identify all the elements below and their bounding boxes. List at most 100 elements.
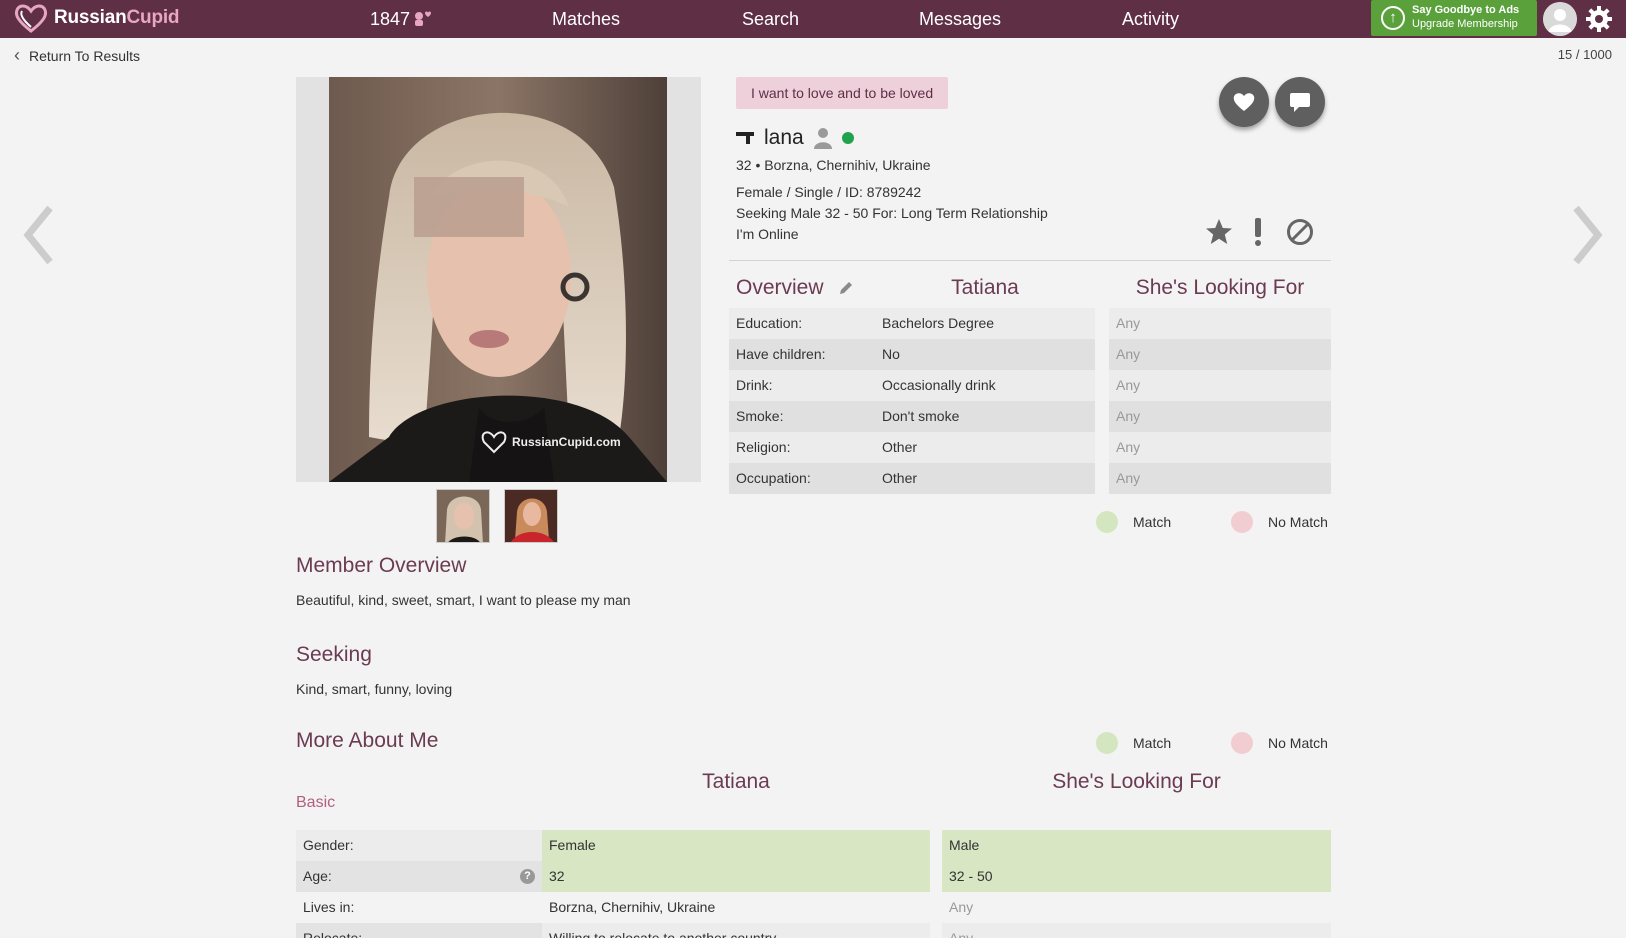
- nav-search[interactable]: Search: [742, 9, 799, 30]
- overview-col-looking: She's Looking For: [1135, 276, 1305, 299]
- legend-no-match-label: No Match: [1268, 514, 1328, 530]
- table-row: Gender: Female Male: [296, 830, 1331, 861]
- exclamation-icon[interactable]: [1252, 217, 1264, 247]
- more-about-col-looking: She's Looking For: [1052, 770, 1221, 793]
- avatar-person-icon: [1543, 2, 1577, 36]
- row-looking: Any: [1109, 401, 1331, 432]
- row-label: Gender:: [296, 830, 542, 861]
- avatar[interactable]: [1543, 2, 1577, 36]
- profile-online-status: I'm Online: [736, 226, 799, 242]
- next-profile-arrow-icon[interactable]: [1568, 200, 1608, 270]
- row-looking: Any: [1109, 339, 1331, 370]
- table-row: Lives in: Borzna, Chernihiv, Ukraine Any: [296, 892, 1331, 923]
- table-row: Religion: Other Any: [729, 432, 1331, 463]
- nav-matches[interactable]: Matches: [552, 9, 620, 30]
- row-looking: Any: [942, 923, 1331, 938]
- row-label: Occupation:: [729, 463, 875, 494]
- row-value: Don't smoke: [875, 401, 1095, 432]
- online-status-dot: [841, 132, 854, 144]
- table-row: Occupation: Other Any: [729, 463, 1331, 494]
- return-to-results-link[interactable]: ‹ Return To Results: [14, 45, 140, 66]
- row-value: 32: [542, 861, 930, 892]
- legend-no-match: No Match: [1231, 511, 1328, 533]
- profile-details: Female / Single / ID: 8789242: [736, 184, 922, 200]
- overview-table: Education: Bachelors Degree Any Have child…: [729, 308, 1331, 494]
- legend-no-match: No Match: [1231, 732, 1328, 754]
- row-label: Relocate:: [296, 923, 542, 938]
- no-match-dot: [1231, 732, 1253, 754]
- legend-no-match-label: No Match: [1268, 735, 1328, 751]
- legend-match: Match: [1096, 511, 1171, 533]
- row-value: Other: [875, 463, 1095, 494]
- photo-thumbnail-1[interactable]: [436, 489, 490, 543]
- row-value: Other: [875, 432, 1095, 463]
- main-photo[interactable]: RussianCupid.com: [329, 77, 667, 482]
- basic-subheading: Basic: [296, 794, 336, 811]
- help-icon[interactable]: ?: [520, 869, 535, 884]
- top-nav: RussianCupid 1847 Matches Search Message…: [0, 0, 1626, 38]
- block-icon[interactable]: [1286, 218, 1314, 246]
- row-label: Education:: [729, 308, 875, 339]
- message-button[interactable]: [1275, 77, 1325, 127]
- profile-actions: [1204, 215, 1324, 251]
- upgrade-line2: Upgrade Membership: [1412, 18, 1518, 30]
- member-overview-title: Member Overview: [296, 554, 467, 577]
- photo-thumbnail-2[interactable]: [504, 489, 558, 543]
- heart-logo-icon: [14, 4, 48, 33]
- profile-location: 32 • Borzna, Chernihiv, Ukraine: [736, 157, 931, 173]
- overview-title: Overview: [736, 276, 824, 299]
- nav-messages[interactable]: Messages: [919, 9, 1001, 30]
- table-row: Have children: No Any: [729, 339, 1331, 370]
- hearts-icon: [415, 11, 432, 26]
- row-looking: Any: [1109, 308, 1331, 339]
- row-value: Willing to relocate to another country: [542, 923, 930, 938]
- thumbnail-image-1: [437, 490, 489, 542]
- row-looking: Any: [1109, 370, 1331, 401]
- overview-col-her: Tatiana: [951, 276, 1019, 299]
- upgrade-button[interactable]: ↑ Say Goodbye to Ads Upgrade Membership: [1371, 0, 1537, 36]
- svg-text:RussianCupid.com: RussianCupid.com: [512, 435, 621, 449]
- seeking-title: Seeking: [296, 643, 372, 666]
- heart-icon: [1233, 93, 1255, 111]
- row-value: Bachelors Degree: [875, 308, 1095, 339]
- gear-icon[interactable]: [1585, 5, 1613, 33]
- basic-table: Gender: Female Male Age:? 32 32 - 50 Lives i…: [296, 830, 1331, 938]
- row-label: Smoke:: [729, 401, 875, 432]
- match-dot: [1096, 732, 1118, 754]
- pencil-icon[interactable]: [838, 280, 854, 296]
- return-label: Return To Results: [29, 47, 141, 64]
- divider: [729, 260, 1331, 261]
- row-label: Have children:: [729, 339, 875, 370]
- table-row: Smoke: Don't smoke Any: [729, 401, 1331, 432]
- row-value: Occasionally drink: [875, 370, 1095, 401]
- table-row: Drink: Occasionally drink Any: [729, 370, 1331, 401]
- row-looking: Any: [1109, 463, 1331, 494]
- no-match-dot: [1231, 511, 1253, 533]
- like-button[interactable]: [1219, 77, 1269, 127]
- profile-photo-image: RussianCupid.com: [329, 77, 667, 482]
- row-value: Borzna, Chernihiv, Ukraine: [549, 899, 716, 915]
- row-looking: Male: [942, 830, 1331, 861]
- row-looking: Any: [1109, 432, 1331, 463]
- logo-text-cupid: Cupid: [126, 7, 180, 28]
- table-row: Age:? 32 32 - 50: [296, 861, 1331, 892]
- member-overview-text: Beautiful, kind, sweet, smart, I want to…: [296, 592, 631, 608]
- logo[interactable]: RussianCupid: [14, 3, 180, 33]
- row-label: Lives in:: [303, 899, 355, 915]
- nav-activity[interactable]: Activity: [1122, 9, 1179, 30]
- legend-match-label: Match: [1133, 514, 1172, 530]
- table-row: Education: Bachelors Degree Any: [729, 308, 1331, 339]
- match-dot: [1096, 511, 1118, 533]
- row-looking: 32 - 50: [942, 861, 1331, 892]
- star-icon[interactable]: [1204, 217, 1234, 247]
- legend-match: Match: [1096, 732, 1171, 754]
- profile-tagline: I want to love and to be loved: [736, 77, 949, 109]
- legend-match-label: Match: [1133, 735, 1172, 751]
- nav-likes[interactable]: 1847: [370, 9, 432, 30]
- row-looking: Any: [949, 899, 974, 915]
- more-about-title: More About Me: [296, 729, 439, 752]
- profile-name-text: lana: [764, 126, 804, 149]
- previous-profile-arrow-icon[interactable]: [18, 200, 58, 270]
- row-value: No: [875, 339, 1095, 370]
- result-counter: 15 / 1000: [1557, 47, 1612, 62]
